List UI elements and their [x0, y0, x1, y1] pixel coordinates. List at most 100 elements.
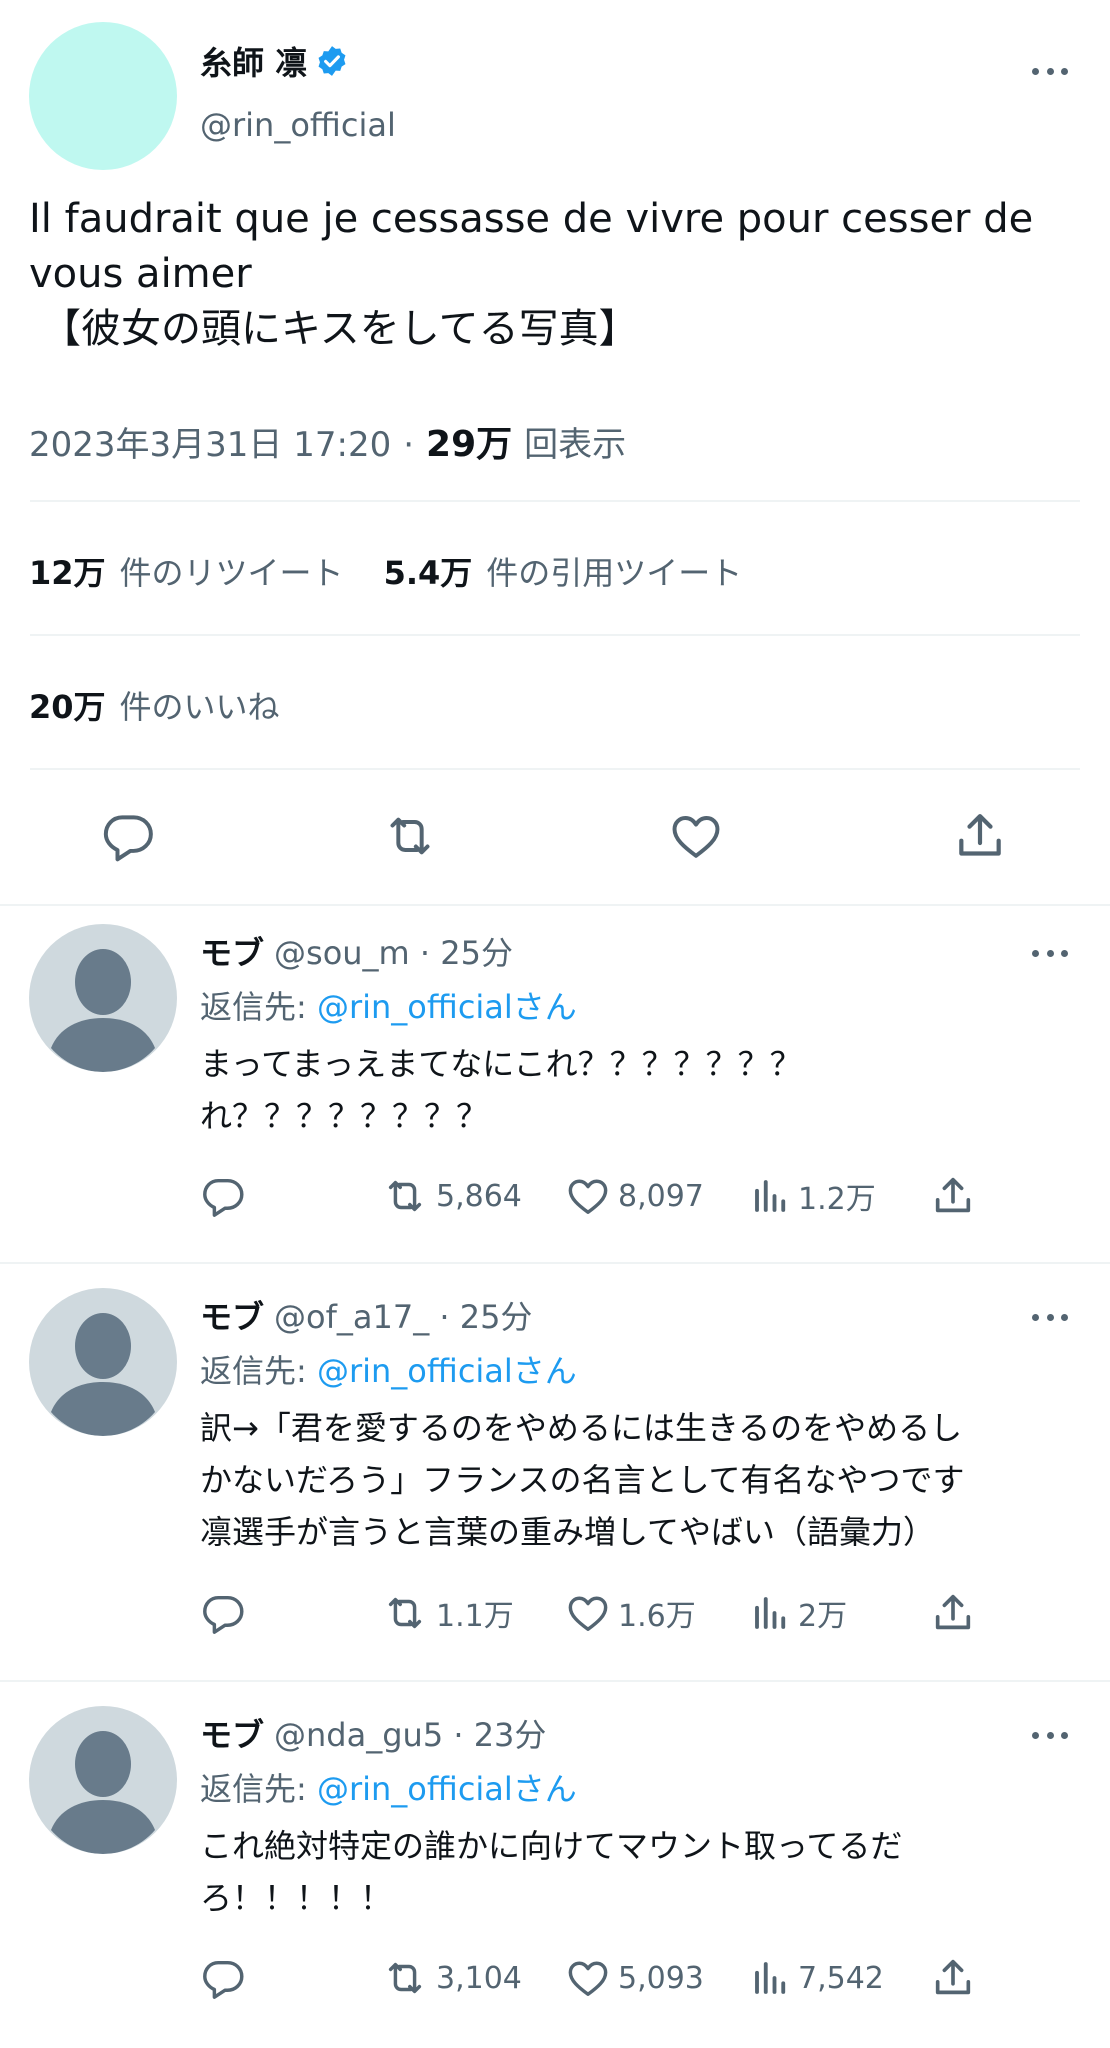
analytics-icon	[755, 1597, 786, 1629]
share-icon[interactable]	[930, 1590, 976, 1636]
reply-header: モブ @nda_gu5 · 23分	[200, 1710, 546, 1756]
reply-view-count: 2万	[798, 1599, 848, 1634]
replying-to-link[interactable]: @rin_officialさん	[317, 1352, 577, 1390]
reply-text: これ絶対特定の誰かに向けてマウント取ってるだ ろ！！！！！	[200, 1820, 902, 1924]
replying-to-label: 返信先:	[200, 1352, 307, 1390]
like-icon[interactable]	[668, 808, 724, 864]
tweet-timestamp[interactable]: 2023年3月31日 17:20	[29, 417, 391, 466]
reply-text: まってまっえまてなにこれ？？？？？？？ れ？？？？？？？？	[200, 1038, 802, 1142]
reply-like-count: 8,097	[618, 1178, 704, 1214]
quote-count-label[interactable]: 件の引用ツイート	[486, 548, 742, 594]
reply-icon[interactable]	[200, 1590, 246, 1636]
verified-badge-icon	[315, 44, 349, 78]
divider	[30, 768, 1080, 770]
like-count[interactable]: 20万	[29, 682, 106, 728]
replying-to: 返信先: @rin_officialさん	[200, 1346, 577, 1392]
share-icon[interactable]	[930, 1955, 976, 2001]
like-button[interactable]: 8,097	[564, 1173, 704, 1219]
reply-icon[interactable]	[100, 808, 156, 864]
default-profile-icon	[51, 1731, 155, 1854]
divider	[0, 904, 1110, 906]
tweet-text-line: vous aimer	[29, 251, 252, 297]
reply-display-name[interactable]: モブ	[200, 1710, 264, 1756]
replying-to: 返信先: @rin_officialさん	[200, 1764, 577, 1810]
engagement-row: 12万 件のリツイート 5.4万 件の引用ツイート	[29, 548, 742, 594]
reply-retweet-count: 3,104	[436, 1960, 522, 1996]
analytics-icon	[755, 1962, 786, 1994]
like-button[interactable]: 5,093	[564, 1955, 704, 2001]
divider	[0, 1680, 1110, 1682]
replying-to-label: 返信先:	[200, 1770, 307, 1808]
reply-text-line: 訳→「君を愛するのをやめるには生きるのをやめるし	[200, 1409, 963, 1447]
reply-retweet-count: 1.1万	[436, 1599, 514, 1634]
reply-handle-time[interactable]: @sou_m · 25分	[274, 928, 513, 974]
divider	[30, 500, 1080, 502]
replying-to-link[interactable]: @rin_officialさん	[317, 988, 577, 1026]
analytics-icon	[755, 1180, 786, 1212]
author-avatar[interactable]	[29, 22, 177, 170]
retweet-button[interactable]: 5,864	[380, 1173, 522, 1219]
reply-handle-time[interactable]: @of_a17_ · 25分	[274, 1292, 532, 1338]
reply-header: モブ @of_a17_ · 25分	[200, 1292, 532, 1338]
reply-text-line: これ絶対特定の誰かに向けてマウント取ってるだ	[200, 1827, 903, 1865]
default-profile-icon	[51, 1313, 155, 1436]
view-count: 29万	[426, 424, 513, 465]
more-options-icon[interactable]	[1032, 1312, 1068, 1322]
reply-retweet-count: 5,864	[436, 1178, 522, 1214]
reply-display-name[interactable]: モブ	[200, 1292, 264, 1338]
quote-count[interactable]: 5.4万	[384, 548, 473, 594]
views-button[interactable]: 2万	[750, 1590, 847, 1636]
reply-display-name[interactable]: モブ	[200, 928, 264, 974]
reply-header: モブ @sou_m · 25分	[200, 928, 513, 974]
retweet-button[interactable]: 1.1万	[380, 1590, 514, 1636]
view-count-label: 回表示	[524, 425, 627, 465]
more-options-icon[interactable]	[1032, 1730, 1068, 1740]
replying-to-label: 返信先:	[200, 988, 307, 1026]
author-display-name: 糸師 凛	[200, 44, 308, 82]
tweet-text-line: Il faudrait que je cessasse de vivre pou…	[29, 196, 1034, 242]
like-count-label[interactable]: 件のいいね	[120, 682, 280, 728]
reply-like-count: 5,093	[618, 1960, 704, 1996]
reply-avatar[interactable]	[29, 1288, 177, 1436]
like-icon	[568, 1179, 608, 1215]
author-name-row[interactable]: 糸師 凛	[200, 38, 349, 84]
reply-text-line: まってまっえまてなにこれ？？？？？？？	[200, 1045, 802, 1083]
more-options-icon[interactable]	[1032, 948, 1068, 958]
like-button[interactable]: 1.6万	[564, 1590, 696, 1636]
share-icon[interactable]	[930, 1173, 976, 1219]
share-icon[interactable]	[952, 808, 1008, 864]
views-button[interactable]: 1.2万	[750, 1173, 876, 1219]
reply-icon[interactable]	[200, 1955, 246, 2001]
like-icon	[568, 1596, 608, 1632]
views-button[interactable]: 7,542	[750, 1955, 884, 2001]
more-options-icon[interactable]	[1032, 66, 1068, 76]
reply-text-line: れ？？？？？？？？	[200, 1097, 489, 1135]
reply-text-line: ろ！！！！！	[200, 1879, 393, 1917]
like-icon	[568, 1961, 608, 1997]
retweet-icon	[388, 1962, 422, 1994]
reply-avatar[interactable]	[29, 924, 177, 1072]
author-handle[interactable]: @rin_official	[200, 106, 396, 144]
retweet-count[interactable]: 12万	[29, 548, 106, 594]
retweet-icon	[388, 1180, 422, 1212]
default-profile-icon	[51, 949, 155, 1072]
reply-text: 訳→「君を愛するのをやめるには生きるのをやめるし かないだろう」フランスの名言とし…	[200, 1402, 964, 1558]
tweet-text-line: 【彼女の頭にキスをしてる写真】	[41, 306, 639, 352]
reply-text-line: 凛選手が言うと言葉の重み増してやばい（語彙力）	[200, 1513, 936, 1551]
retweet-count-label[interactable]: 件のリツイート	[120, 548, 344, 594]
retweet-icon	[388, 1597, 422, 1629]
replying-to: 返信先: @rin_officialさん	[200, 982, 577, 1028]
divider	[0, 1262, 1110, 1264]
retweet-icon[interactable]	[380, 808, 440, 864]
divider	[30, 634, 1080, 636]
replying-to-link[interactable]: @rin_officialさん	[317, 1770, 577, 1808]
reply-handle-time[interactable]: @nda_gu5 · 23分	[274, 1710, 546, 1756]
meta-separator: ·	[403, 425, 415, 465]
retweet-button[interactable]: 3,104	[380, 1955, 522, 2001]
reply-avatar[interactable]	[29, 1706, 177, 1854]
reply-icon[interactable]	[200, 1173, 246, 1219]
reply-view-count: 1.2万	[798, 1182, 876, 1217]
reply-text-line: かないだろう」フランスの名言として有名なやつです	[200, 1461, 965, 1499]
reply-view-count: 7,542	[798, 1960, 884, 1996]
reply-like-count: 1.6万	[618, 1599, 696, 1634]
